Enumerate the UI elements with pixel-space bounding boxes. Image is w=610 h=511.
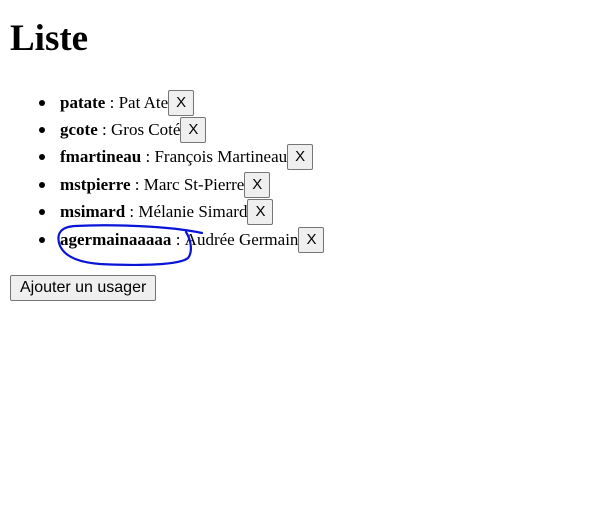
bullet-icon — [39, 127, 45, 134]
delete-user-button[interactable]: X — [180, 117, 207, 144]
user-name: Pat Ate — [118, 92, 169, 112]
delete-user-button[interactable]: X — [247, 199, 274, 226]
delete-user-button[interactable]: X — [168, 89, 195, 116]
list-item: gcote : Gros Coté X — [39, 116, 324, 144]
separator: : — [105, 92, 119, 112]
add-user-button[interactable]: Ajouter un usager — [10, 275, 157, 301]
delete-user-button[interactable]: X — [298, 226, 325, 253]
highlight-circle-annotation — [57, 224, 204, 267]
separator: : — [125, 202, 139, 222]
delete-user-button[interactable]: X — [287, 144, 314, 171]
list-item: msimard : Mélanie Simard X — [39, 199, 324, 226]
bullet-icon — [39, 99, 45, 106]
user-login: gcote — [60, 120, 98, 140]
list-item: patate : Pat Ate X — [39, 89, 324, 116]
bullet-icon — [39, 236, 45, 243]
user-login: msimard — [60, 202, 126, 222]
user-name: François Martineau — [154, 147, 288, 167]
user-name: Mélanie Simard — [138, 202, 248, 222]
bullet-icon — [39, 154, 45, 161]
list-item: mstpierre : Marc St-Pierre X — [39, 171, 324, 198]
user-name: Marc St-Pierre — [143, 174, 245, 194]
bullet-icon — [39, 209, 45, 216]
user-name: Audrée Germain — [184, 229, 299, 249]
user-login: fmartineau — [60, 147, 142, 167]
user-name: Gros Coté — [111, 120, 181, 140]
page-title: Liste — [10, 18, 89, 59]
user-list: patate : Pat Ate X gcote : Gros Coté X fma… — [0, 89, 325, 253]
user-login: mstpierre — [60, 174, 131, 194]
separator: : — [141, 147, 155, 167]
delete-user-button[interactable]: X — [244, 171, 271, 198]
bullet-icon — [39, 181, 45, 188]
separator: : — [97, 120, 111, 140]
list-item: fmartineau : François Martineau X — [39, 144, 324, 171]
separator: : — [130, 174, 144, 194]
user-login: patate — [60, 92, 106, 112]
user-login: agermainaaaaa — [60, 229, 172, 249]
list-item: agermainaaaaa : Audrée Germain X — [39, 226, 325, 253]
separator: : — [171, 229, 185, 249]
